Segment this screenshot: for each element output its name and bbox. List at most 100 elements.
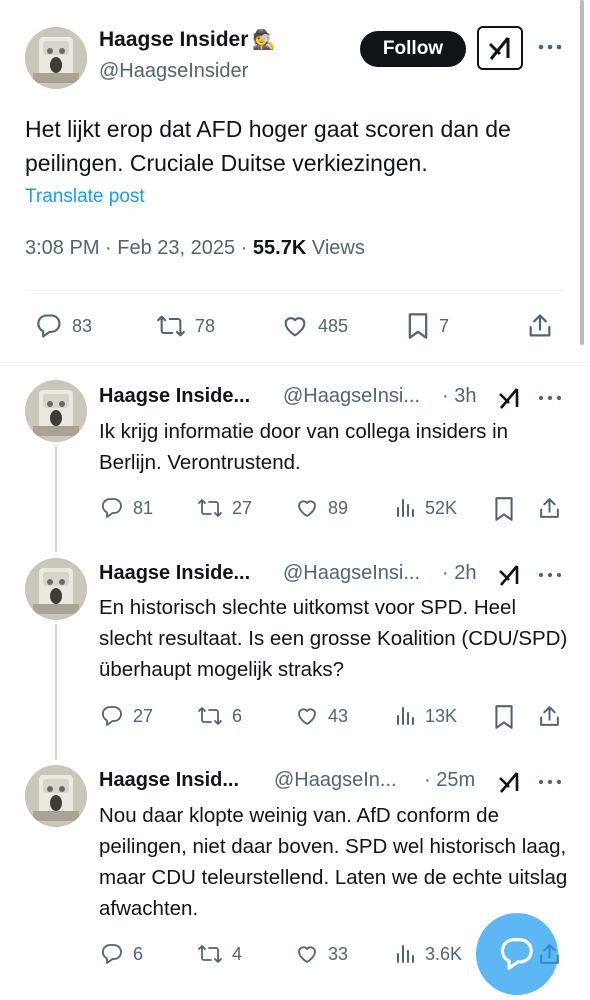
author-name[interactable]: Haagse Insider 🕵️ <box>99 28 276 52</box>
reply-author-name[interactable]: Haagse Insid... <box>99 769 239 792</box>
reply-icon <box>101 498 122 518</box>
reply-count: 83 <box>72 315 93 336</box>
bookmark-button[interactable]: 7 <box>405 312 449 340</box>
reply-button[interactable]: 81 <box>99 496 153 520</box>
thread-line <box>55 446 57 552</box>
reply-time[interactable]: · 3h <box>442 385 476 408</box>
like-icon <box>298 708 316 725</box>
like-count: 89 <box>328 497 349 518</box>
share-icon <box>540 706 559 726</box>
more-icon[interactable] <box>537 388 563 408</box>
reply-button[interactable]: 6 <box>99 942 143 966</box>
bookmark-count: 7 <box>439 315 450 336</box>
post-timestamp[interactable]: 3:08 PM · Feb 23, 2025 · <box>25 237 253 259</box>
reply-icon <box>101 706 122 726</box>
reply-time[interactable]: · 2h <box>442 562 476 585</box>
repost-count: 6 <box>232 705 243 726</box>
views-icon <box>397 707 414 725</box>
like-button[interactable]: 485 <box>280 312 348 340</box>
reply-author-name[interactable]: Haagse Inside... <box>99 562 250 585</box>
like-icon <box>284 317 306 337</box>
views-button[interactable]: 13K <box>395 704 457 728</box>
grok-icon[interactable] <box>498 563 522 587</box>
like-count: 485 <box>318 315 349 336</box>
repost-count: 78 <box>195 315 216 336</box>
repost-icon <box>198 499 222 517</box>
avatar[interactable] <box>25 380 87 442</box>
like-button[interactable]: 43 <box>294 704 348 728</box>
like-icon <box>298 946 316 963</box>
reply-button[interactable]: 27 <box>99 704 153 728</box>
reply-count: 6 <box>133 943 144 964</box>
repost-icon <box>198 945 222 963</box>
bookmark-icon <box>408 313 428 339</box>
divider <box>25 290 565 291</box>
share-button[interactable] <box>526 312 554 340</box>
avatar[interactable] <box>25 27 87 89</box>
grok-icon[interactable] <box>498 386 522 410</box>
like-button[interactable]: 33 <box>294 942 348 966</box>
bookmark-icon <box>495 705 513 729</box>
more-icon[interactable] <box>536 35 564 59</box>
avatar[interactable] <box>25 765 87 827</box>
compose-reply-icon <box>500 938 533 970</box>
scrollbar[interactable] <box>580 0 584 345</box>
translate-post-link[interactable]: Translate post <box>25 186 145 208</box>
like-button[interactable]: 89 <box>294 496 348 520</box>
follow-button[interactable]: Follow <box>360 31 466 67</box>
reply-icon <box>37 314 61 338</box>
views-count: 52K <box>425 497 458 518</box>
views-icon <box>397 499 414 517</box>
share-button[interactable] <box>537 704 562 729</box>
thread-line <box>55 624 57 760</box>
more-icon[interactable] <box>537 565 563 585</box>
repost-count: 27 <box>232 497 253 518</box>
share-button[interactable] <box>537 496 562 521</box>
repost-button[interactable]: 27 <box>196 496 252 520</box>
views-button[interactable]: 52K <box>395 496 457 520</box>
divider <box>0 362 590 363</box>
bookmark-icon <box>495 497 513 521</box>
avatar[interactable] <box>25 558 87 620</box>
bookmark-button[interactable] <box>493 496 515 522</box>
more-icon[interactable] <box>537 772 563 792</box>
reply-button[interactable]: 83 <box>34 312 92 340</box>
post-meta: 3:08 PM · Feb 23, 2025 · 55.7K Views <box>25 237 365 260</box>
views-icon <box>397 945 414 963</box>
reply-count: 27 <box>133 705 154 726</box>
repost-count: 4 <box>232 943 243 964</box>
detective-emoji: 🕵️ <box>252 30 277 51</box>
reply-text: En historisch slechte uitkomst voor SPD.… <box>99 596 568 681</box>
reply-author-name[interactable]: Haagse Inside... <box>99 385 250 408</box>
share-icon <box>529 314 551 337</box>
grok-icon[interactable] <box>477 26 523 70</box>
views-count: 13K <box>425 705 458 726</box>
views-count: 3.6K <box>425 943 463 964</box>
post-text: Het lijkt erop dat AFD hoger gaat scoren… <box>25 116 511 176</box>
like-count: 43 <box>328 705 349 726</box>
author-handle[interactable]: @HaagseInsider <box>99 60 248 83</box>
reply-time[interactable]: · 25m <box>424 769 475 792</box>
compose-reply-button[interactable] <box>476 913 558 995</box>
author-display-name[interactable]: Haagse Insider <box>99 28 248 52</box>
views-label: Views <box>306 237 365 259</box>
reply-text: Ik krijg informatie door van collega ins… <box>99 420 509 474</box>
reply-author-handle[interactable]: @HaagseInsi... <box>283 385 420 408</box>
reply-author-handle[interactable]: @HaagseIn... <box>274 769 397 792</box>
repost-button[interactable]: 6 <box>196 704 242 728</box>
reply-icon <box>101 944 122 964</box>
repost-button[interactable]: 78 <box>155 312 215 340</box>
repost-icon <box>198 707 222 725</box>
views-count: 55.7K <box>252 237 307 259</box>
reply-text: Nou daar klopte weinig van. AfD conform … <box>99 804 568 920</box>
like-count: 33 <box>328 943 349 964</box>
like-icon <box>298 500 316 517</box>
repost-button[interactable]: 4 <box>196 942 242 966</box>
views-button[interactable]: 3.6K <box>395 942 462 966</box>
reply-count: 81 <box>133 497 154 518</box>
bookmark-button[interactable] <box>493 704 515 730</box>
reply-author-handle[interactable]: @HaagseInsi... <box>283 562 420 585</box>
share-icon <box>540 498 559 518</box>
repost-icon <box>157 315 185 337</box>
grok-icon[interactable] <box>498 770 522 794</box>
